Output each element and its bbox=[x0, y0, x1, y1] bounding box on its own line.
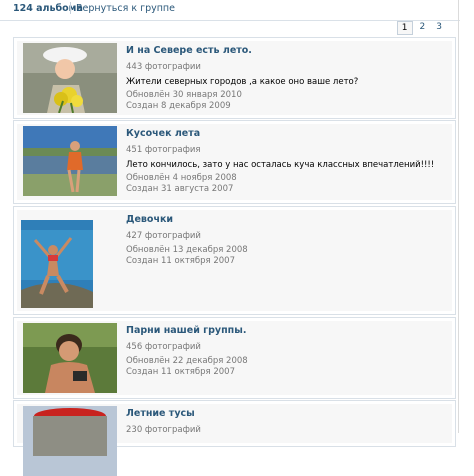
header-divider bbox=[70, 2, 71, 14]
album-title[interactable]: Летние тусы bbox=[126, 408, 446, 419]
album-title[interactable]: Кусочек лета bbox=[126, 128, 446, 139]
page-1[interactable]: 1 bbox=[396, 21, 413, 35]
page-2[interactable]: 2 bbox=[416, 21, 430, 35]
album-created: Создан 31 августа 2007 bbox=[126, 184, 234, 194]
album-updated: Обновлён 22 декабря 2008 bbox=[126, 356, 248, 366]
album-cover[interactable] bbox=[23, 406, 117, 476]
album-description: Лето кончилось, зато у нас осталась куча… bbox=[126, 160, 435, 170]
album-item: Кусочек лета 451 фотография Лето кончило… bbox=[13, 120, 456, 204]
album-description: Жители северных городов ,а какое оно ваш… bbox=[126, 77, 359, 87]
album-photo-count: 230 фотографий bbox=[126, 425, 201, 435]
album-cover[interactable] bbox=[23, 126, 117, 196]
album-title[interactable]: И на Севере есть лето. bbox=[126, 45, 446, 56]
page-3[interactable]: 3 bbox=[432, 21, 446, 35]
album-count: 124 альбома bbox=[13, 3, 83, 14]
album-title[interactable]: Девочки bbox=[126, 214, 446, 225]
pagination: 1 2 3 bbox=[396, 21, 446, 35]
album-photo-count: 443 фотографии bbox=[126, 62, 201, 72]
album-created: Создан 11 октября 2007 bbox=[126, 367, 236, 377]
page-border bbox=[458, 0, 459, 433]
album-item: Девочки 427 фотографий Обновлён 13 декаб… bbox=[13, 206, 456, 315]
album-cover[interactable] bbox=[23, 323, 117, 393]
album-cover[interactable] bbox=[23, 43, 117, 113]
album-item: И на Севере есть лето. 443 фотографии Жи… bbox=[13, 37, 456, 119]
album-item: Парни нашей группы. 456 фотографий Обнов… bbox=[13, 317, 456, 399]
album-item: Летние тусы 230 фотографий bbox=[13, 400, 456, 476]
album-title[interactable]: Парни нашей группы. bbox=[126, 325, 446, 336]
album-photo-count: 456 фотографий bbox=[126, 342, 201, 352]
album-updated: Обновлён 4 ноября 2008 bbox=[126, 173, 237, 183]
albums-header: 124 альбома Вернуться к группе bbox=[0, 0, 460, 21]
album-updated: Обновлён 30 января 2010 bbox=[126, 90, 242, 100]
album-cover[interactable] bbox=[21, 220, 93, 308]
album-photo-count: 451 фотография bbox=[126, 145, 201, 155]
album-created: Создан 11 октября 2007 bbox=[126, 256, 236, 266]
album-created: Создан 8 декабря 2009 bbox=[126, 101, 231, 111]
album-updated: Обновлён 13 декабря 2008 bbox=[126, 245, 248, 255]
album-photo-count: 427 фотографий bbox=[126, 231, 201, 241]
back-to-group-link[interactable]: Вернуться к группе bbox=[76, 3, 175, 14]
